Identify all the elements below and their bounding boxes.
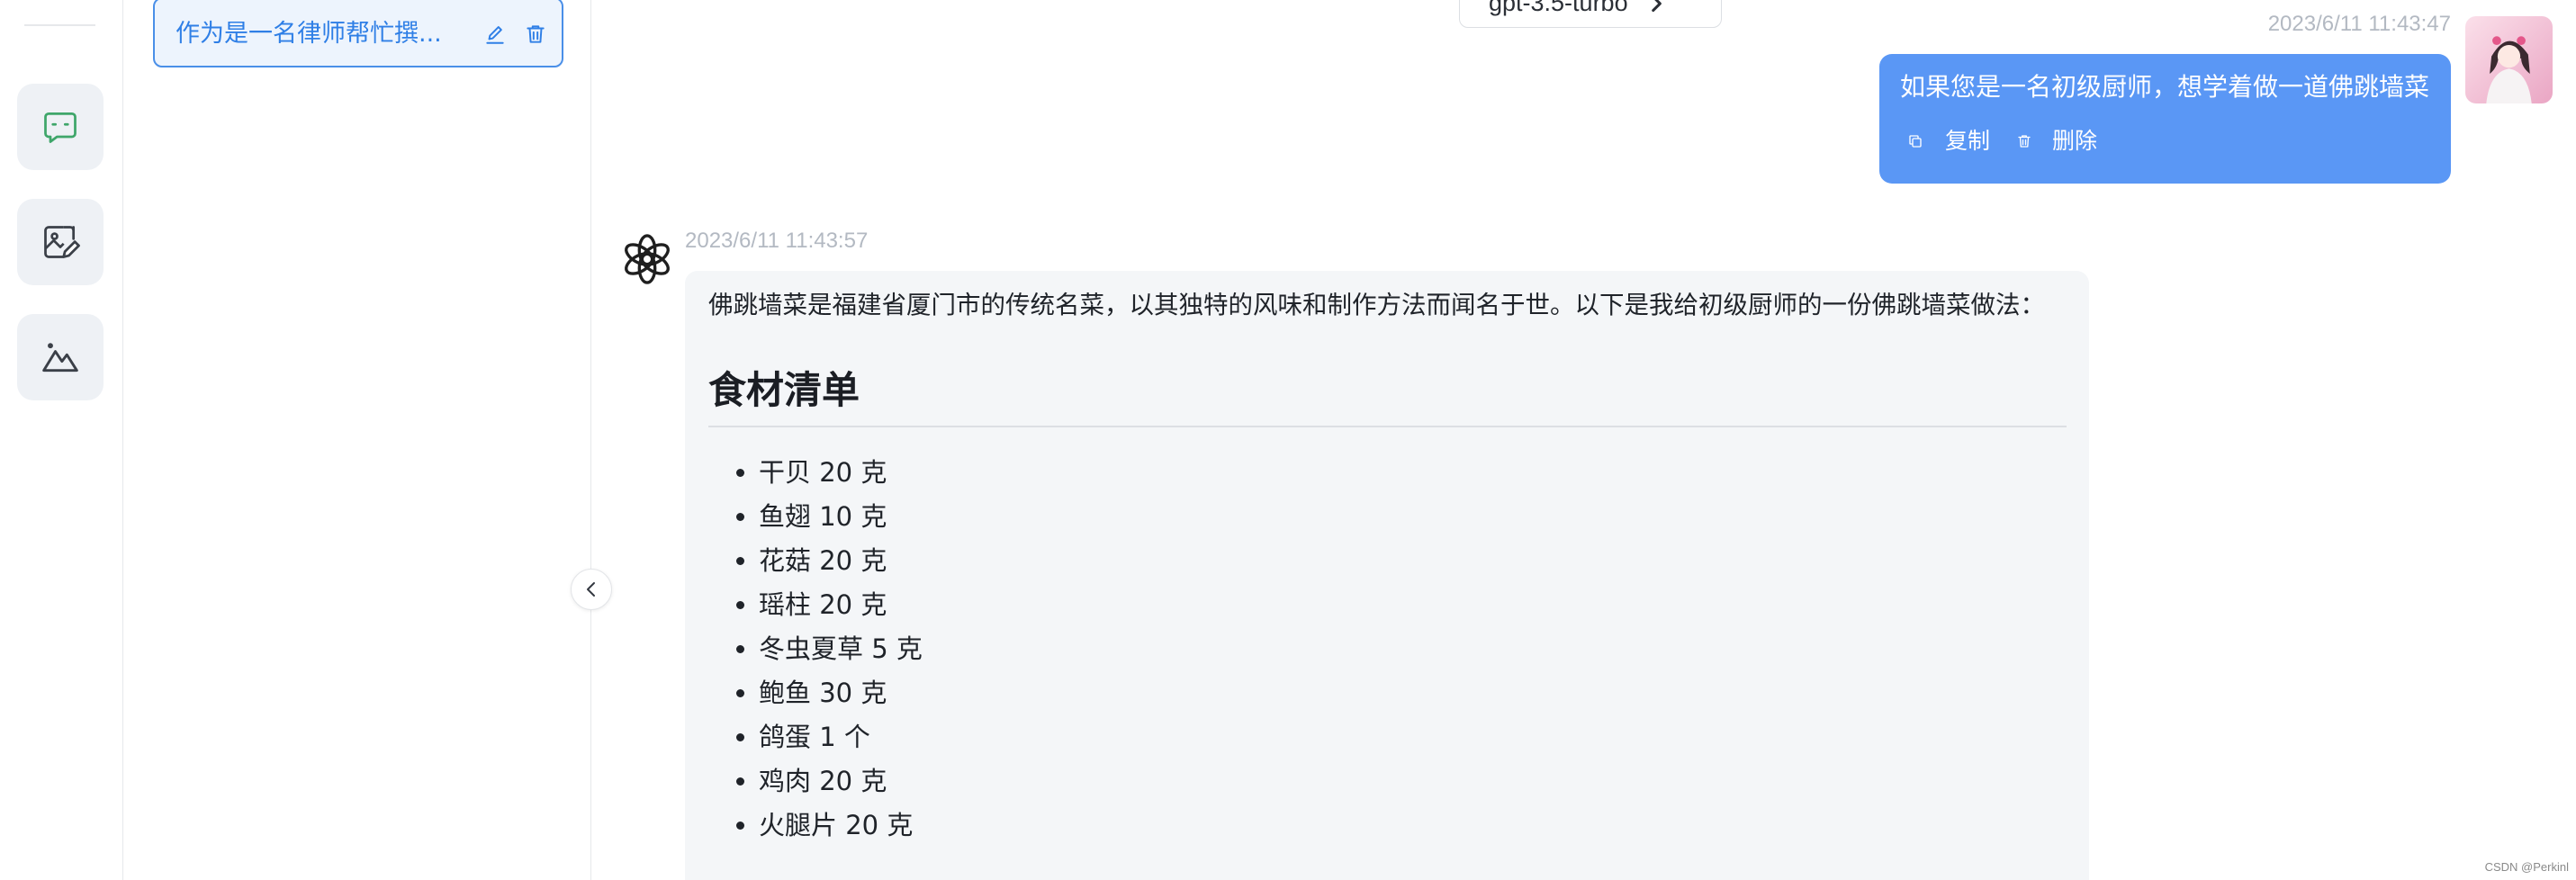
ingredient-item: 鸽蛋 1 个 (759, 715, 923, 759)
nav-chat-button[interactable] (17, 84, 104, 170)
user-message-text: 如果您是一名初级厨师，想学着做一道佛跳墙菜 (1900, 72, 2430, 102)
user-message-bubble: 如果您是一名初级厨师，想学着做一道佛跳墙菜 复制 删除 (1879, 54, 2451, 184)
assistant-message-bubble: 佛跳墙菜是福建省厦门市的传统名菜，以其独特的风味和制作方法而闻名于世。以下是我给… (685, 271, 2089, 880)
openai-logo-icon (621, 233, 673, 285)
session-list-panel (123, 0, 591, 880)
ingredient-item: 鸡肉 20 克 (759, 759, 923, 804)
user-message-timestamp: 2023/6/11 11:43:47 (2267, 12, 2451, 36)
edit-icon[interactable] (483, 22, 507, 46)
copy-message-button[interactable]: 复制 (1907, 128, 1990, 155)
ingredient-item: 干贝 20 克 (759, 451, 923, 495)
user-avatar (2465, 16, 2553, 103)
heading-divider (708, 426, 2067, 427)
ingredient-item: 鲍鱼 30 克 (759, 671, 923, 715)
ingredients-heading: 食材清单 (708, 368, 860, 412)
model-selector-button[interactable]: gpt-3.5-turbo (1459, 0, 1722, 28)
assistant-message-timestamp: 2023/6/11 11:43:57 (685, 229, 869, 253)
copy-label: 复制 (1945, 128, 1991, 154)
sidebar-collapse-button[interactable] (571, 569, 612, 610)
ingredient-item: 花菇 20 克 (759, 539, 923, 583)
rail-divider (24, 24, 95, 26)
ingredient-item: 瑶柱 20 克 (759, 583, 923, 627)
session-title: 作为是一名律师帮忙撰... (176, 20, 442, 48)
trash-icon (2016, 133, 2032, 149)
chevron-left-icon (581, 579, 602, 600)
delete-label: 删除 (2052, 128, 2098, 154)
image-edit-icon (41, 222, 80, 262)
chevron-right-icon (1644, 0, 1668, 15)
ingredient-item: 火腿片 20 克 (759, 804, 923, 848)
session-item-active[interactable]: 作为是一名律师帮忙撰... (153, 0, 563, 67)
watermark: CSDN @Perkinl (2484, 860, 2569, 874)
nav-image-edit-button[interactable] (17, 199, 104, 285)
copy-icon (1907, 133, 1923, 149)
chat-bubble-icon (41, 107, 80, 147)
trash-icon[interactable] (524, 22, 547, 46)
nav-image-gallery-button[interactable] (17, 314, 104, 400)
ingredient-list: 干贝 20 克 鱼翅 10 克 花菇 20 克 瑶柱 20 克 冬虫夏草 5 克… (708, 451, 923, 848)
model-name-label: gpt-3.5-turbo (1489, 0, 1628, 16)
chat-app-window: 作为是一名律师帮忙撰... gpt-3.5-turbo 2023/6/11 11… (0, 0, 2576, 880)
ingredient-item: 鱼翅 10 克 (759, 495, 923, 539)
mountain-icon (41, 337, 80, 377)
delete-message-button[interactable]: 删除 (2016, 128, 2097, 155)
app-nav-rail (0, 0, 123, 880)
ingredient-item: 冬虫夏草 5 克 (759, 627, 923, 671)
assistant-intro-text: 佛跳墙菜是福建省厦门市的传统名菜，以其独特的风味和制作方法而闻名于世。以下是我给… (708, 291, 2045, 319)
